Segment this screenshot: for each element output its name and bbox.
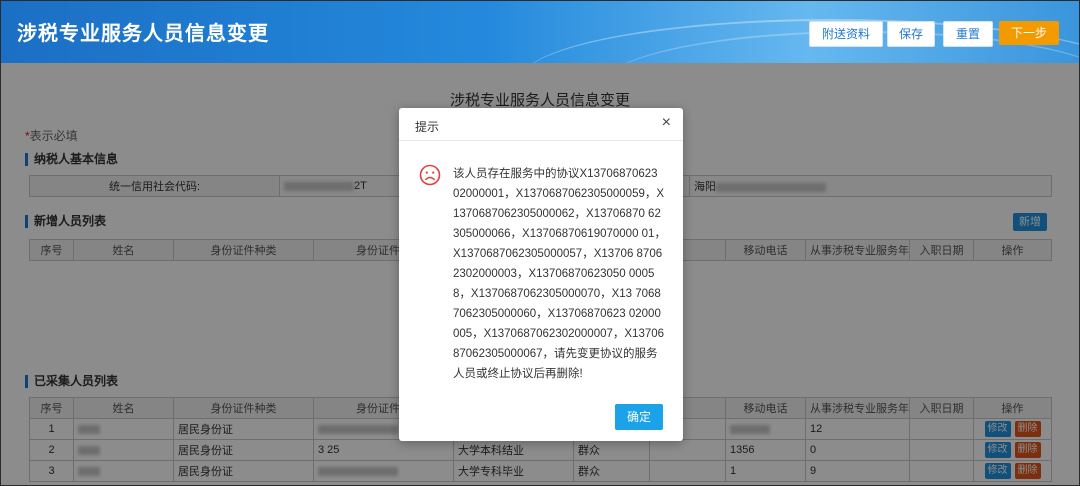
dialog-header: 提示 × (399, 108, 683, 141)
sad-face-icon (419, 164, 441, 186)
close-icon[interactable]: × (662, 114, 671, 132)
alert-dialog: 提示 × 该人员存在服务中的协议X13706870623 02000001，X1… (399, 108, 683, 441)
attach-docs-button[interactable]: 附送资料 (809, 21, 883, 47)
reset-button[interactable]: 重置 (943, 21, 993, 47)
header-bar: 涉税专业服务人员信息变更 附送资料 保存 重置 下一步 (1, 1, 1079, 63)
dialog-title: 提示 (415, 120, 440, 134)
confirm-button[interactable]: 确定 (615, 404, 663, 430)
page-title: 涉税专业服务人员信息变更 (17, 23, 269, 45)
save-button[interactable]: 保存 (887, 21, 935, 47)
app-window: 涉税专业服务人员信息变更 附送资料 保存 重置 下一步 涉税专业服务人员信息变更… (0, 0, 1080, 486)
dialog-message: 该人员存在服务中的协议X13706870623 02000001，X137068… (453, 168, 666, 380)
next-step-button[interactable]: 下一步 (999, 21, 1059, 45)
